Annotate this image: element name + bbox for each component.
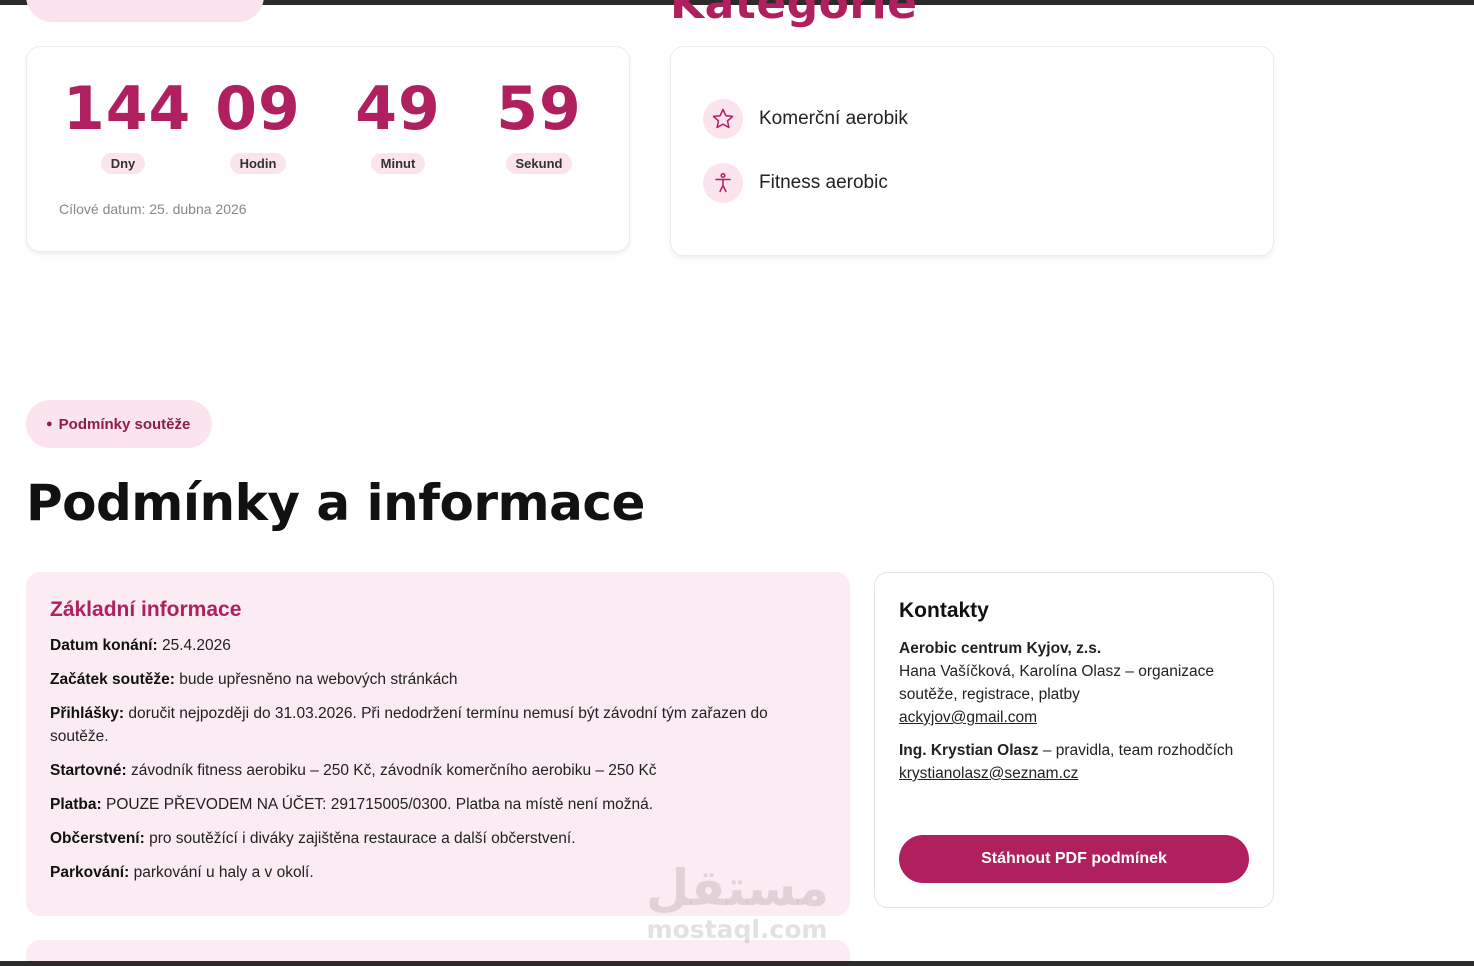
watermark: مستقل mostaql.com [646, 859, 829, 944]
info-value: bude upřesněno na webových stránkách [174, 671, 458, 688]
countdown-seconds-value: 59 [496, 74, 582, 144]
person-name: Ing. Krystian Olasz [899, 742, 1039, 759]
basic-info-heading: Základní informace [50, 598, 242, 621]
countdown-minutes-value: 49 [355, 74, 441, 144]
countdown-card: 144 Dny 09 Hodin 49 Minut 59 Sekund Cílo… [26, 46, 630, 252]
category-label: Komerční aerobik [759, 108, 908, 129]
info-value: doručit nejpozději do 31.03.2026. Při ne… [50, 705, 768, 745]
countdown-minutes-label: Minut [370, 153, 426, 174]
page-title: Podmínky a informace [26, 474, 645, 532]
countdown-seconds-label: Sekund [505, 153, 573, 174]
info-row-applications: Přihlášky: doručit nejpozději do 31.03.2… [50, 702, 826, 748]
contact-organization: Aerobic centrum Kyjov, z.s. Hana Vašíčko… [899, 637, 1249, 729]
info-row-date: Datum konání: 25.4.2026 [50, 634, 826, 657]
countdown-target-date: Cílové datum: 25. dubna 2026 [59, 201, 247, 217]
info-key: Platba: [50, 796, 102, 813]
info-row-payment: Platba: POUZE PŘEVODEM NA ÚČET: 29171500… [50, 793, 826, 816]
countdown-hours-value: 09 [215, 74, 301, 144]
category-item-komercni[interactable]: Komerční aerobik [703, 99, 908, 139]
countdown-days-label: Dny [100, 153, 146, 174]
conditions-badge-label: Podmínky soutěže [58, 415, 191, 433]
info-key: Startovné: [50, 762, 127, 779]
info-row-fee: Startovné: závodník fitness aerobiku – 2… [50, 759, 826, 782]
countdown-hours-label: Hodin [229, 153, 287, 174]
category-item-fitness[interactable]: Fitness aerobic [703, 163, 888, 203]
countdown-days-value: 144 [63, 74, 192, 144]
categories-card: Komerční aerobik Fitness aerobic [670, 46, 1274, 256]
countdown-seconds: 59 Sekund [479, 77, 599, 174]
info-key: Přihlášky: [50, 705, 125, 722]
org-email-link[interactable]: ackyjov@gmail.com [899, 709, 1037, 726]
info-key: Datum konání: [50, 637, 158, 654]
contacts-heading: Kontakty [899, 599, 989, 622]
info-value: parkování u haly a v okolí. [129, 864, 314, 881]
org-people: Hana Vašíčková, Karolína Olasz – organiz… [899, 663, 1215, 703]
org-name: Aerobic centrum Kyjov, z.s. [899, 640, 1102, 657]
info-value: 25.4.2026 [157, 637, 231, 654]
contact-person: Ing. Krystian Olasz – pravidla, team roz… [899, 739, 1249, 785]
info-key: Parkování: [50, 864, 130, 881]
person-icon [703, 163, 743, 203]
categories-heading: Kategorie [670, 0, 918, 29]
info-value: pro soutěžící i diváky zajištěna restaur… [144, 830, 576, 847]
watermark-latin: mostaql.com [646, 915, 828, 944]
contacts-card: Kontakty Aerobic centrum Kyjov, z.s. Han… [874, 572, 1274, 908]
category-label: Fitness aerobic [759, 172, 888, 193]
watermark-arabic: مستقل [646, 859, 829, 917]
info-key: Občerstvení: [50, 830, 145, 847]
section-badge-partial [26, 0, 264, 22]
person-email-link[interactable]: krystianolasz@seznam.cz [899, 765, 1078, 782]
info-key: Začátek soutěže: [50, 671, 175, 688]
bullet-icon: ● [46, 418, 53, 430]
person-role: – pravidla, team rozhodčích [1038, 742, 1234, 759]
countdown-hours: 09 Hodin [198, 77, 318, 174]
info-value: závodník fitness aerobiku – 250 Kč, závo… [126, 762, 657, 779]
countdown-days: 144 Dny [63, 74, 192, 174]
download-pdf-button[interactable]: Stáhnout PDF podmínek [899, 835, 1249, 883]
info-row-start: Začátek soutěže: bude upřesněno na webov… [50, 668, 826, 691]
info-value: POUZE PŘEVODEM NA ÚČET: 291715005/0300. … [101, 796, 654, 813]
star-icon [703, 99, 743, 139]
countdown-minutes: 49 Minut [338, 77, 458, 174]
info-row-refreshments: Občerstvení: pro soutěžící i diváky zaji… [50, 827, 826, 850]
browser-bottom-edge [0, 961, 1474, 966]
conditions-badge: ● Podmínky soutěže [26, 400, 212, 448]
